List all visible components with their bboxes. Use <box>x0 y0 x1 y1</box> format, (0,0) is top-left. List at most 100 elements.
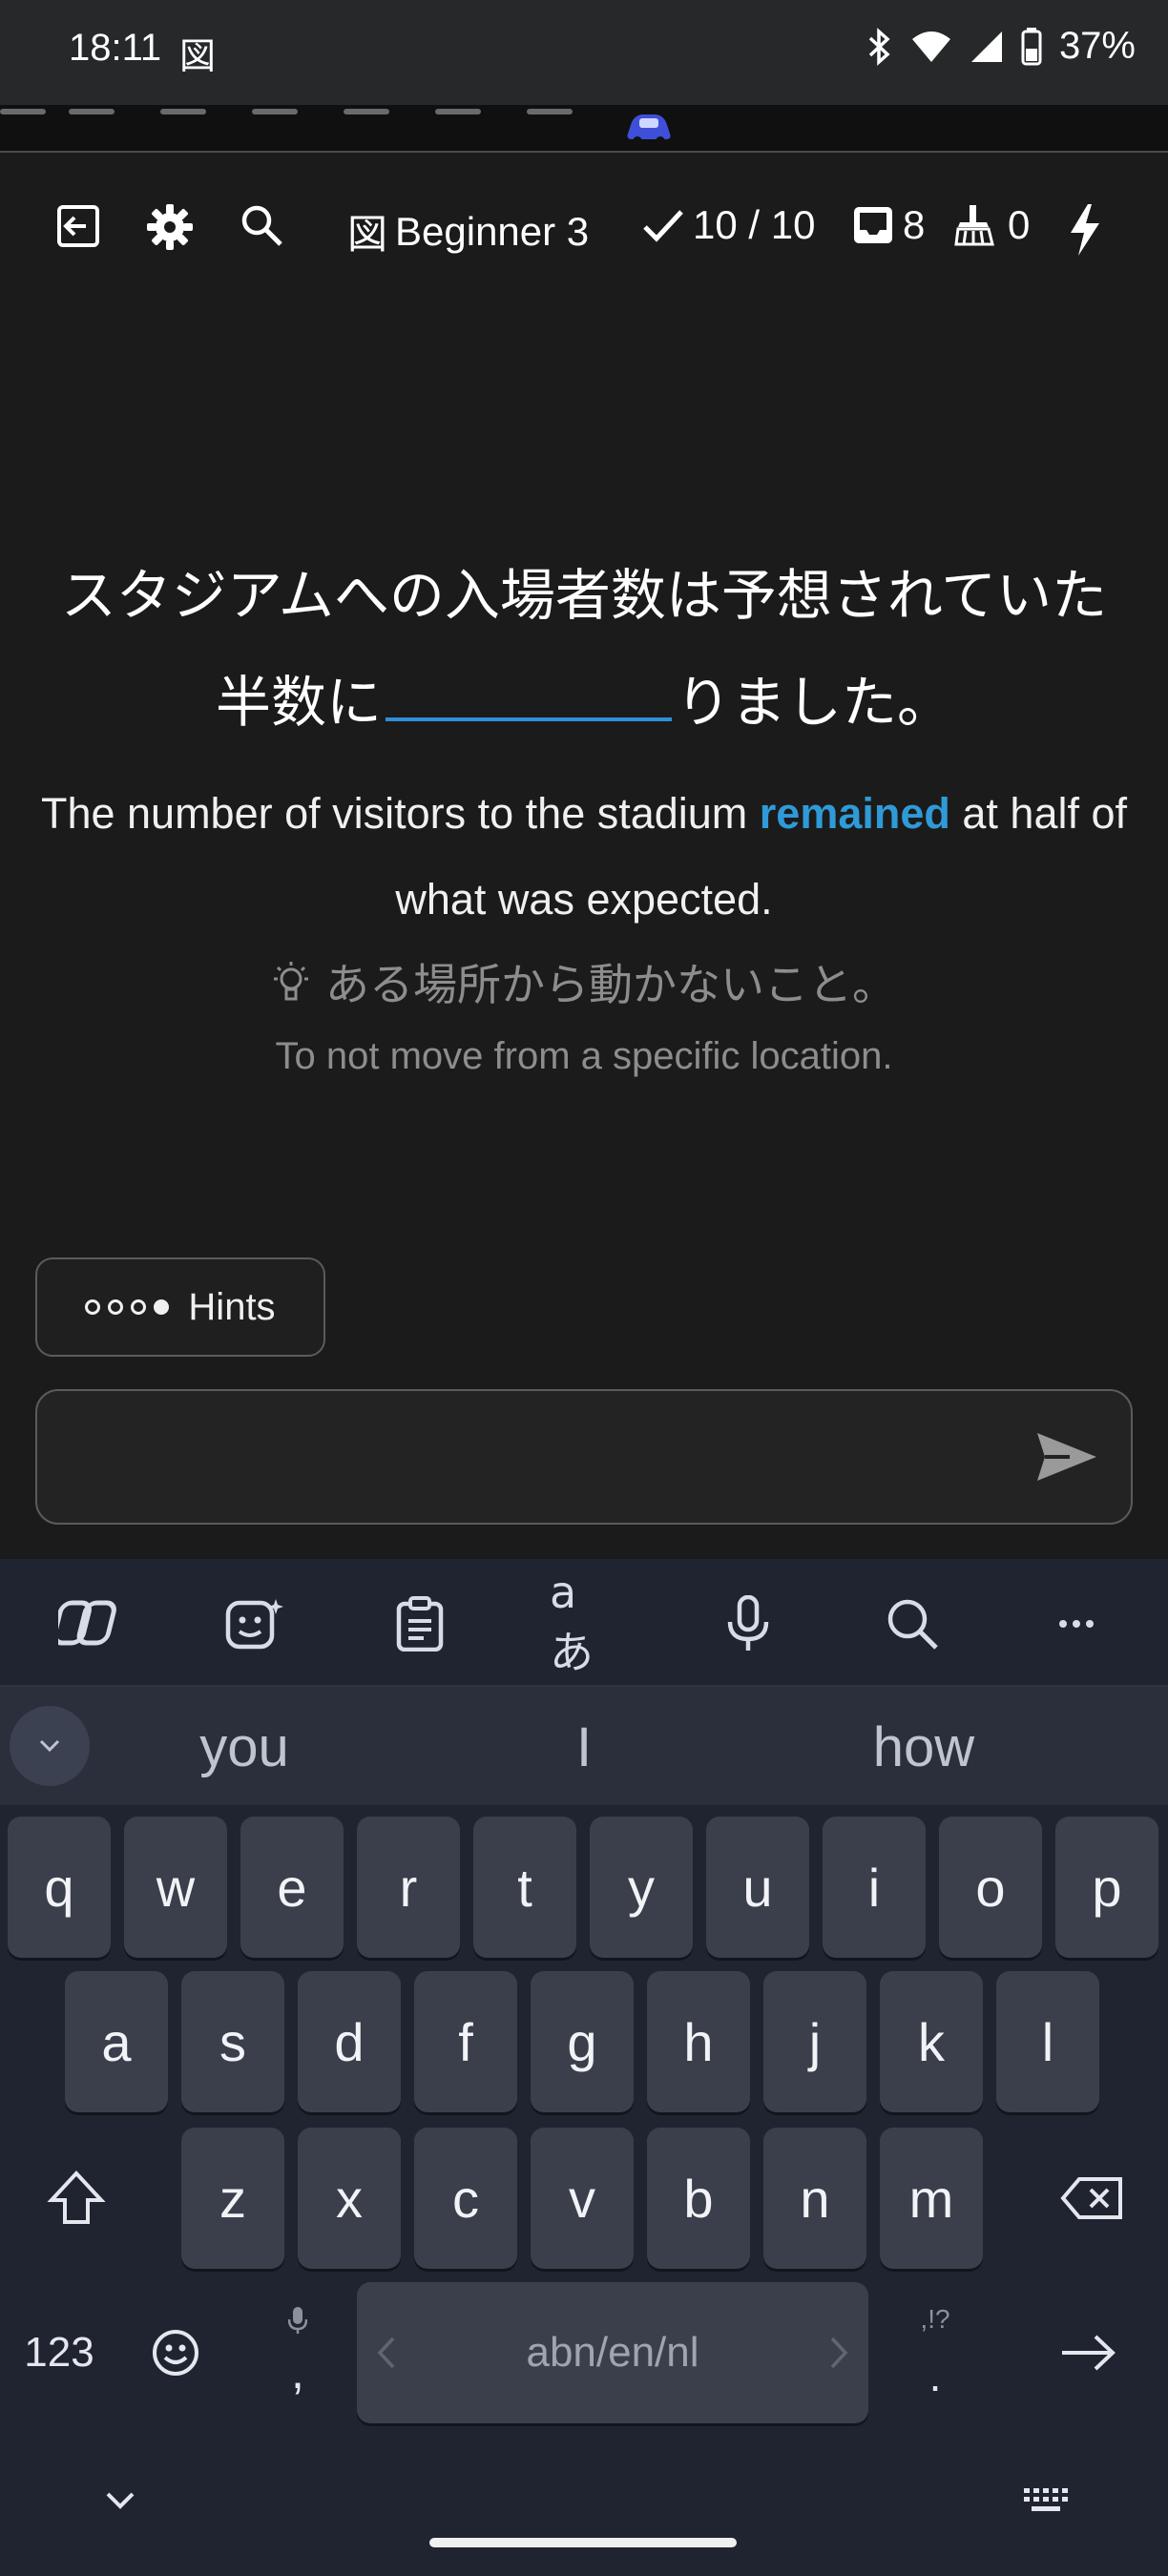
comma-key[interactable]: , <box>250 2282 345 2423</box>
soft-keyboard: aあ you I how q w e r t y u i o p a s d f… <box>0 1559 1168 2576</box>
period-key[interactable]: ,!? . <box>887 2282 983 2423</box>
key-g[interactable]: g <box>531 1971 634 2112</box>
chevron-down-icon <box>38 1738 61 1754</box>
progress-track <box>0 105 1168 153</box>
more-button[interactable] <box>1042 1595 1111 1652</box>
suggestion-2[interactable]: I <box>460 1715 708 1779</box>
japanese-line-1: スタジアムへの入場者数は予想されていた <box>60 563 1108 628</box>
key-j[interactable]: j <box>763 1971 866 2112</box>
key-e[interactable]: e <box>240 1817 344 1958</box>
hint-dot-filled <box>154 1299 170 1315</box>
enter-key[interactable] <box>1031 2282 1145 2423</box>
key-d[interactable]: d <box>298 1971 401 2112</box>
key-y[interactable]: y <box>590 1817 693 1958</box>
key-t[interactable]: t <box>473 1817 576 1958</box>
battery-percent: 37% <box>1058 25 1136 67</box>
keyboard-switch-button[interactable] <box>1012 2475 1080 2526</box>
collapse-suggestions-button[interactable] <box>10 1706 90 1786</box>
english-translation: The number of visitors to the stadium re… <box>29 771 1139 943</box>
hints-label: Hints <box>188 1285 276 1328</box>
track-dash <box>252 109 298 114</box>
home-indicator[interactable] <box>429 2538 737 2547</box>
hints-button[interactable]: Hints <box>35 1257 325 1357</box>
key-w[interactable]: w <box>124 1817 227 1958</box>
copilot-icon <box>58 1597 121 1651</box>
track-dash <box>0 109 46 114</box>
status-bar: 18:11 図 37% <box>0 0 1168 105</box>
key-p[interactable]: p <box>1055 1817 1158 1958</box>
key-m[interactable]: m <box>880 2128 983 2269</box>
clipboard-icon <box>395 1596 445 1652</box>
answer-input[interactable] <box>60 1410 1018 1507</box>
japanese-before-blank: 半数に <box>215 670 382 735</box>
boost-button[interactable] <box>1067 202 1103 258</box>
keyboard-search-button[interactable] <box>878 1595 947 1652</box>
sweep-counter[interactable]: 0 <box>954 202 1030 248</box>
shift-key[interactable] <box>29 2128 124 2269</box>
hint-jp-text: ある場所から動かないこと。 <box>325 959 896 1010</box>
chevron-left-icon <box>376 2336 397 2370</box>
correct-count: 10 / 10 <box>693 202 816 247</box>
key-n[interactable]: n <box>763 2128 866 2269</box>
level-label: Beginner 3 <box>395 208 590 254</box>
suggestion-1[interactable]: you <box>120 1715 368 1779</box>
key-a[interactable]: a <box>65 1971 168 2112</box>
arrow-right-icon <box>1059 2332 1116 2374</box>
microphone-icon <box>726 1595 770 1652</box>
hide-keyboard-button[interactable] <box>86 2475 155 2526</box>
hint-definition-jp: ある場所から動かないこと。 <box>0 950 1168 1013</box>
inbox-count: 8 <box>903 202 926 247</box>
chevron-right-icon <box>828 2336 849 2370</box>
voice-button[interactable] <box>714 1595 782 1652</box>
broom-icon <box>954 202 1000 248</box>
key-b[interactable]: b <box>647 2128 750 2269</box>
bluetooth-icon <box>865 27 893 66</box>
key-o[interactable]: o <box>939 1817 1042 1958</box>
settings-button[interactable] <box>145 202 195 252</box>
search-button[interactable] <box>239 202 284 248</box>
level-indicator[interactable]: 図 Beginner 3 <box>347 202 589 260</box>
numbers-key[interactable]: 123 <box>10 2282 109 2423</box>
space-bar[interactable]: abn/en/nl <box>357 2282 868 2423</box>
key-r[interactable]: r <box>357 1817 460 1958</box>
key-v[interactable]: v <box>531 2128 634 2269</box>
correct-counter: 10 / 10 <box>641 202 815 248</box>
japanese-line-2: 半数に りました。 <box>29 649 1139 756</box>
key-z[interactable]: z <box>181 2128 284 2269</box>
hint-dot <box>131 1299 147 1315</box>
key-h[interactable]: h <box>647 1971 750 2112</box>
sweep-count: 0 <box>1008 202 1031 247</box>
status-icons: 37% <box>865 25 1136 68</box>
translate-button[interactable]: aあ <box>550 1567 618 1678</box>
lightbulb-icon <box>272 958 310 1006</box>
shift-icon <box>47 2169 106 2228</box>
emoji-key[interactable] <box>128 2282 223 2423</box>
inbox-counter[interactable]: 8 <box>851 202 925 248</box>
key-u[interactable]: u <box>706 1817 809 1958</box>
backspace-icon <box>1060 2176 1123 2220</box>
track-dash <box>435 109 481 114</box>
key-l[interactable]: l <box>996 1971 1099 2112</box>
key-i[interactable]: i <box>823 1817 926 1958</box>
key-q[interactable]: q <box>8 1817 111 1958</box>
backspace-key[interactable] <box>1034 2128 1149 2269</box>
key-c[interactable]: c <box>414 2128 517 2269</box>
key-k[interactable]: k <box>880 1971 983 2112</box>
search-icon <box>239 202 284 248</box>
sticker-button[interactable] <box>221 1595 290 1652</box>
lightning-icon <box>1067 202 1103 258</box>
key-s[interactable]: s <box>181 1971 284 2112</box>
submit-button[interactable] <box>1035 1429 1098 1485</box>
settings-gear-icon <box>145 202 195 252</box>
check-icon <box>641 206 685 244</box>
clipboard-button[interactable] <box>386 1595 454 1652</box>
key-x[interactable]: x <box>298 2128 401 2269</box>
japanese-sentence: スタジアムへの入場者数は予想されていた 半数に りました。 <box>29 542 1139 756</box>
exit-button[interactable] <box>55 202 103 250</box>
suggestion-3[interactable]: how <box>800 1715 1048 1779</box>
answer-blank <box>386 660 672 721</box>
car-icon <box>622 107 676 147</box>
key-f[interactable]: f <box>414 1971 517 2112</box>
track-dash <box>344 109 389 114</box>
copilot-button[interactable] <box>55 1595 124 1652</box>
